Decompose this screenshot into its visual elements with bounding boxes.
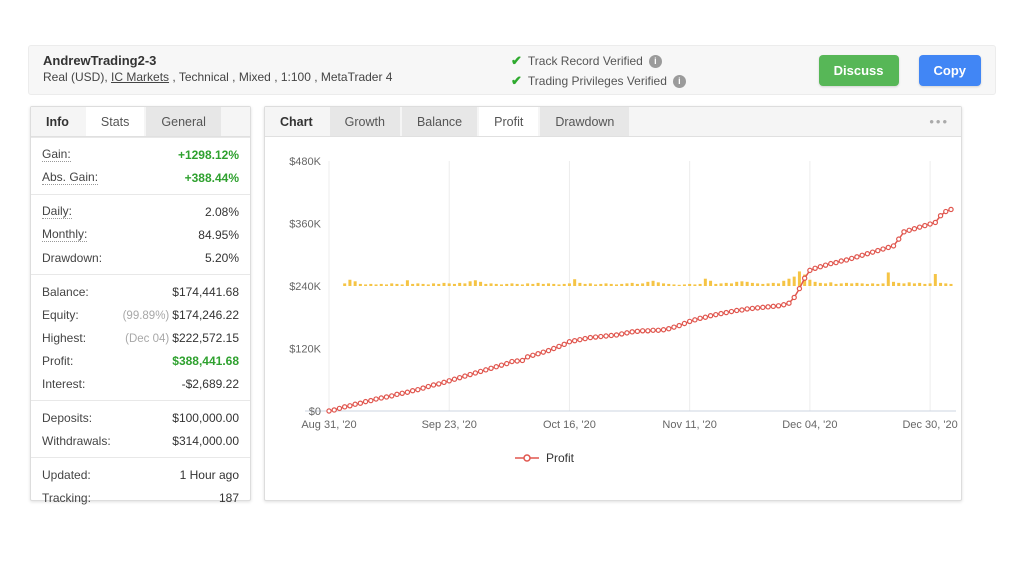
deposits-group: Deposits: $100,000.00 Withdrawals: $314,… xyxy=(31,400,250,457)
trading-stats-page: AndrewTrading2-3 Real (USD), IC Markets … xyxy=(0,0,1024,573)
broker-link[interactable]: IC Markets xyxy=(111,70,169,84)
tab-general[interactable]: General xyxy=(146,107,220,136)
stat-label: Interest: xyxy=(42,377,85,391)
stat-row-daily: Daily: 2.08% xyxy=(31,200,250,223)
tab-growth[interactable]: Growth xyxy=(330,107,400,136)
tab-stats[interactable]: Stats xyxy=(86,107,145,136)
stat-value: (99.89%)$174,246.22 xyxy=(123,308,239,322)
stat-label: Profit: xyxy=(42,354,73,368)
svg-text:$0: $0 xyxy=(309,406,321,418)
stat-value-main: $222,572.15 xyxy=(172,331,239,345)
verification-badges: ✔ Track Record Verified i ✔ Trading Priv… xyxy=(511,51,686,91)
stat-row-interest: Interest: -$2,689.22 xyxy=(31,372,250,395)
svg-text:$120K: $120K xyxy=(289,344,321,356)
chart-menu-icon[interactable]: ••• xyxy=(929,107,949,137)
stat-label: Drawdown: xyxy=(42,251,102,265)
info-icon[interactable]: i xyxy=(673,75,686,88)
stat-value-note: (99.89%) xyxy=(123,310,170,322)
track-record-badge: ✔ Track Record Verified i xyxy=(511,51,686,71)
svg-text:$360K: $360K xyxy=(289,219,321,231)
chart-legend[interactable]: Profit xyxy=(515,451,574,465)
stat-value: 84.95% xyxy=(198,228,239,242)
stat-label: Updated: xyxy=(42,468,91,482)
header-buttons: Discuss Copy xyxy=(819,55,981,86)
stat-row-profit: Profit: $388,441.68 xyxy=(31,349,250,372)
gain-group: Gain: +1298.12% Abs. Gain: +388.44% xyxy=(31,137,250,194)
stat-value-main: $174,246.22 xyxy=(172,308,239,322)
stat-value: 5.20% xyxy=(205,251,239,265)
chart-panel: Chart Growth Balance Profit Drawdown •••… xyxy=(264,106,962,501)
stat-value: $174,441.68 xyxy=(172,285,239,299)
badge-label: Trading Privileges Verified xyxy=(528,74,667,88)
stat-value: $314,000.00 xyxy=(172,434,239,448)
account-details: , Technical , Mixed , 1:100 , MetaTrader… xyxy=(169,70,392,84)
copy-button[interactable]: Copy xyxy=(919,55,982,86)
stat-label[interactable]: Gain: xyxy=(42,147,71,162)
svg-text:$240K: $240K xyxy=(289,281,321,293)
account-type: Real (USD), xyxy=(43,70,111,84)
svg-text:Nov 11, '20: Nov 11, '20 xyxy=(662,419,716,431)
svg-text:Oct 16, '20: Oct 16, '20 xyxy=(543,419,596,431)
account-subtitle: Real (USD), IC Markets , Technical , Mix… xyxy=(43,70,392,84)
stat-row-withdrawals: Withdrawals: $314,000.00 xyxy=(31,429,250,452)
trading-privileges-badge: ✔ Trading Privileges Verified i xyxy=(511,71,686,91)
profit-chart-svg[interactable]: $0 $120K $240K $360K $480K Aug 31, '20 Sep 23,… xyxy=(265,138,961,478)
stat-value: $388,441.68 xyxy=(172,354,239,368)
stats-panel: Info Stats General Gain: +1298.12% Abs. … xyxy=(30,106,251,501)
legend-line-marker-icon xyxy=(515,453,539,463)
stats-panel-tabs: Info Stats General xyxy=(31,107,250,137)
balance-group: Balance: $174,441.68 Equity: (99.89%)$17… xyxy=(31,274,250,400)
stat-label[interactable]: Monthly: xyxy=(42,227,87,242)
stat-row-drawdown: Drawdown: 5.20% xyxy=(31,246,250,269)
stat-row-tracking: Tracking: 187 xyxy=(31,486,250,509)
stat-row-gain: Gain: +1298.12% xyxy=(31,143,250,166)
badge-label: Track Record Verified xyxy=(528,54,643,68)
tab-chart[interactable]: Chart xyxy=(265,107,328,136)
profit-chart[interactable]: $0 $120K $240K $360K $480K Aug 31, '20 Sep 23,… xyxy=(265,138,961,478)
stat-value: $100,000.00 xyxy=(172,411,239,425)
tab-info[interactable]: Info xyxy=(31,107,84,136)
stat-label: Highest: xyxy=(42,331,86,345)
stat-value: +1298.12% xyxy=(178,148,239,162)
stat-label: Balance: xyxy=(42,285,89,299)
discuss-button[interactable]: Discuss xyxy=(819,55,899,86)
chart-panel-tabs: Chart Growth Balance Profit Drawdown ••• xyxy=(265,107,961,137)
meta-group: Updated: 1 Hour ago Tracking: 187 xyxy=(31,457,250,514)
stat-row-monthly: Monthly: 84.95% xyxy=(31,223,250,246)
stat-row-deposits: Deposits: $100,000.00 xyxy=(31,406,250,429)
stat-row-updated: Updated: 1 Hour ago xyxy=(31,463,250,486)
stat-value: -$2,689.22 xyxy=(182,377,239,391)
stat-label[interactable]: Abs. Gain: xyxy=(42,170,98,185)
stat-row-equity: Equity: (99.89%)$174,246.22 xyxy=(31,303,250,326)
tab-balance[interactable]: Balance xyxy=(402,107,477,136)
stat-row-balance: Balance: $174,441.68 xyxy=(31,280,250,303)
tab-drawdown[interactable]: Drawdown xyxy=(540,107,629,136)
stat-value: +388.44% xyxy=(185,171,239,185)
svg-text:$480K: $480K xyxy=(289,156,321,168)
rates-group: Daily: 2.08% Monthly: 84.95% Drawdown: 5… xyxy=(31,194,250,274)
stat-value: 1 Hour ago xyxy=(180,468,239,482)
tab-profit[interactable]: Profit xyxy=(479,107,538,136)
stat-value: 187 xyxy=(219,491,239,505)
stat-row-abs-gain: Abs. Gain: +388.44% xyxy=(31,166,250,189)
check-icon: ✔ xyxy=(511,53,522,69)
stat-label: Tracking: xyxy=(42,491,91,505)
stat-value: 2.08% xyxy=(205,205,239,219)
stat-value: (Dec 04)$222,572.15 xyxy=(125,331,239,345)
stat-label: Equity: xyxy=(42,308,79,322)
svg-text:Dec 04, '20: Dec 04, '20 xyxy=(782,419,837,431)
stat-label: Deposits: xyxy=(42,411,92,425)
svg-text:Aug 31, '20: Aug 31, '20 xyxy=(301,419,356,431)
check-icon: ✔ xyxy=(511,73,522,89)
account-title: AndrewTrading2-3 xyxy=(43,53,156,68)
stat-label: Withdrawals: xyxy=(42,434,111,448)
svg-text:Dec 30, '20: Dec 30, '20 xyxy=(902,419,957,431)
stat-label[interactable]: Daily: xyxy=(42,204,72,219)
account-header: AndrewTrading2-3 Real (USD), IC Markets … xyxy=(28,45,996,95)
stat-value-note: (Dec 04) xyxy=(125,333,169,345)
legend-label: Profit xyxy=(546,451,574,465)
svg-text:Sep 23, '20: Sep 23, '20 xyxy=(422,419,477,431)
stat-row-highest: Highest: (Dec 04)$222,572.15 xyxy=(31,326,250,349)
info-icon[interactable]: i xyxy=(649,55,662,68)
